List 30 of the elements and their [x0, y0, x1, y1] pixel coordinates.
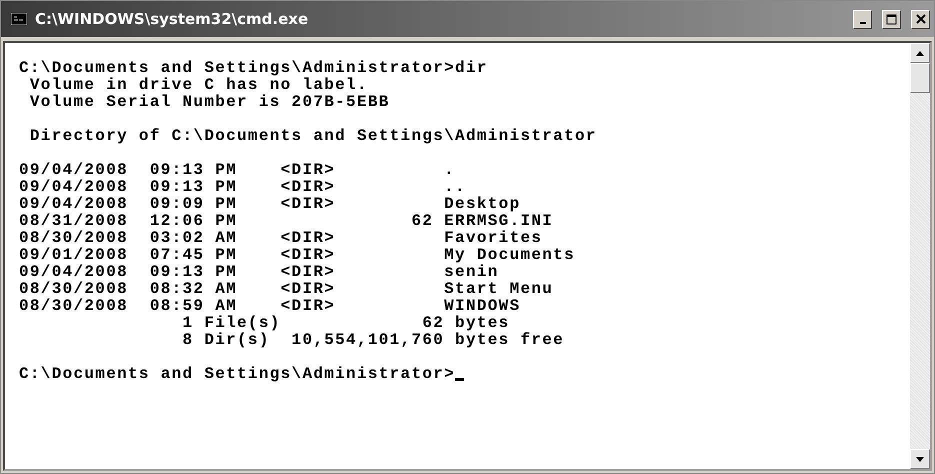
scroll-up-button[interactable]: [910, 43, 930, 63]
scrollbar[interactable]: [910, 43, 930, 469]
down-arrow-icon: [916, 456, 924, 462]
close-icon: [916, 14, 926, 24]
console-line: Volume in drive C has no label.: [28, 77, 368, 94]
console-icon: [11, 13, 27, 25]
scroll-down-button[interactable]: [910, 449, 930, 469]
console-line: 09/04/2008 09:13 PM <DIR> .: [19, 162, 456, 179]
console-line: 08/31/2008 12:06 PM 62 ERRMSG.INI: [19, 213, 554, 230]
console-line: 08/30/2008 03:02 AM <DIR> Favorites: [19, 230, 542, 247]
console-line: 09/04/2008 09:13 PM <DIR> ..: [19, 179, 466, 196]
up-arrow-icon: [916, 50, 924, 56]
console-line: Volume Serial Number is 207B-5EBB: [28, 94, 390, 111]
console-line: 1 File(s) 62 bytes: [182, 315, 510, 332]
console-line: 08/30/2008 08:32 AM <DIR> Start Menu: [19, 281, 554, 298]
console-line: 09/01/2008 07:45 PM <DIR> My Documents: [19, 247, 575, 264]
console-line: 09/04/2008 09:09 PM <DIR> Desktop: [19, 196, 520, 213]
minimize-button[interactable]: [853, 10, 872, 28]
console-line: 09/04/2008 09:13 PM <DIR> senin: [19, 264, 499, 281]
minimize-icon: [860, 22, 866, 24]
scroll-thumb[interactable]: [910, 63, 930, 93]
maximize-icon: [886, 14, 897, 24]
close-button[interactable]: [911, 10, 930, 28]
window-title: C:\WINDOWS\system32\cmd.exe: [35, 10, 310, 28]
console-line: 08/30/2008 08:59 AM <DIR> WINDOWS: [19, 298, 520, 315]
console-line: Directory of C:\Documents and Settings\Administrator: [28, 128, 597, 145]
console-line: C:\Documents and Settings\Administrator>dir: [19, 60, 488, 77]
maximize-button[interactable]: [882, 10, 901, 28]
console-line: C:\Documents and Settings\Administrator>: [19, 366, 456, 383]
console-line: 8 Dir(s) 10,554,101,760 bytes free: [182, 332, 564, 349]
